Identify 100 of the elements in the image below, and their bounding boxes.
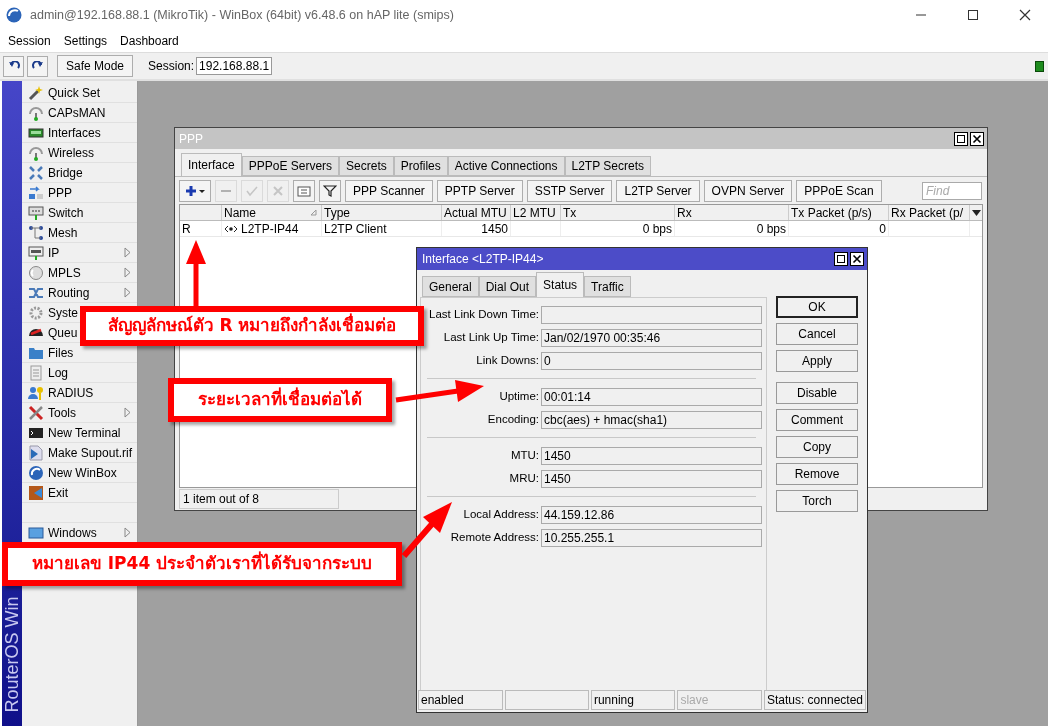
column-header[interactable]: L2 MTU (511, 205, 561, 220)
submenu-arrow-icon (124, 407, 131, 418)
field-label: Last Link Down Time: (428, 306, 540, 322)
antenna-icon (28, 104, 44, 121)
dropdown-arrow-icon[interactable] (971, 209, 981, 216)
app-logo-icon (6, 7, 22, 23)
menu-item[interactable]: Dashboard (120, 32, 179, 50)
toolbar-button[interactable]: L2TP Server (616, 179, 700, 202)
note-icon (297, 184, 311, 197)
tab[interactable]: Secrets (339, 156, 394, 176)
column-header[interactable]: Tx (561, 205, 675, 220)
menu-item[interactable]: Settings (63, 32, 108, 50)
sidebar-item[interactable]: IP (22, 243, 137, 263)
menu-item[interactable]: Session (8, 32, 51, 50)
sidebar-item[interactable]: Make Supout.rif (22, 443, 137, 463)
field-label: Encoding: (486, 411, 540, 427)
submenu-arrow-icon (124, 287, 131, 298)
node-tree-icon (28, 224, 44, 241)
close-icon[interactable] (1019, 9, 1031, 21)
column-header[interactable]: Type (322, 205, 442, 220)
status-cell: slave (677, 690, 762, 710)
sidebar-item[interactable]: RADIUS (22, 383, 137, 403)
document-icon (28, 364, 44, 381)
dialog-button[interactable]: Comment (776, 409, 858, 431)
field-label: MRU: (508, 470, 540, 486)
sidebar-item[interactable]: Exit (22, 483, 137, 503)
dialog-button[interactable]: Apply (776, 350, 858, 372)
dialog-button[interactable]: Remove (776, 463, 858, 485)
dialog-button[interactable]: Cancel (776, 323, 858, 345)
column-header[interactable]: Rx (675, 205, 789, 220)
dialog-button[interactable]: OK (776, 296, 858, 318)
column-header[interactable]: Actual MTU (442, 205, 511, 220)
table-cell: L2TP Client (322, 221, 442, 236)
sidebar-item[interactable]: New Terminal (22, 423, 137, 443)
search-field[interactable]: Find (922, 181, 982, 200)
field-label: Remote Address: (449, 529, 540, 545)
redo-button[interactable] (27, 55, 48, 77)
toolbar-button[interactable]: SSTP Server (526, 179, 613, 202)
maximize-icon[interactable] (967, 9, 979, 21)
dialog-button[interactable]: Torch (776, 490, 858, 512)
sidebar-item[interactable]: CAPsMAN (22, 103, 137, 123)
table-cell: 0 bps (675, 221, 789, 236)
toolbar-button[interactable]: PPPoE Scan (796, 179, 882, 202)
tab[interactable]: Traffic (584, 276, 631, 297)
value-field: cbc(aes) + hmac(sha1) (541, 410, 762, 429)
cross-icon (271, 184, 285, 197)
column-header[interactable]: Tx Packet (p/s) (789, 205, 889, 220)
sidebar-item[interactable]: Log (22, 363, 137, 383)
tab[interactable]: General (422, 276, 479, 297)
submenu-arrow-icon (124, 527, 131, 538)
sidebar-item[interactable]: Quick Set (22, 83, 137, 103)
toolbar-button[interactable]: OVPN Server (703, 179, 793, 202)
tab[interactable]: PPPoE Servers (241, 156, 340, 176)
status-cell: running (590, 690, 676, 710)
toolbar-button[interactable]: PPP Scanner (345, 179, 433, 202)
column-header[interactable]: Rx Packet (p/ (889, 205, 970, 220)
dialog-button[interactable]: Copy (776, 436, 858, 458)
window-title: PPP (179, 130, 204, 148)
value-field: 10.255.255.1 (541, 528, 762, 547)
exit-icon (28, 484, 44, 501)
ip-display-icon (28, 244, 44, 261)
close-icon[interactable] (850, 252, 864, 266)
dialog-button[interactable]: Disable (776, 382, 858, 404)
sidebar-item[interactable]: Tools (22, 403, 137, 423)
undo-button[interactable] (3, 55, 24, 77)
table-cell: 0 bps (561, 221, 675, 236)
sidebar-item[interactable]: Wireless (22, 143, 137, 163)
safe-mode-button[interactable]: Safe Mode (57, 55, 134, 77)
sidebar-item[interactable]: PPP (22, 183, 137, 203)
close-icon[interactable] (970, 131, 984, 146)
sidebar-item[interactable]: MPLS (22, 263, 137, 283)
sidebar-item[interactable]: Interfaces (22, 123, 137, 143)
sidebar-item[interactable]: Bridge (22, 163, 137, 183)
filter-button[interactable] (319, 179, 341, 202)
table-cell-text: L2TP-IP44 (241, 220, 299, 238)
tab[interactable]: Profiles (393, 156, 448, 176)
gear-icon (28, 304, 44, 321)
add-button[interactable] (179, 179, 211, 202)
session-field[interactable]: 192.168.88.1 (196, 57, 273, 75)
sidebar-item[interactable]: Switch (22, 203, 137, 223)
tab[interactable]: L2TP Secrets (564, 156, 651, 176)
add-icon (184, 184, 206, 197)
toolbar-button[interactable]: PPTP Server (436, 179, 523, 202)
submenu-arrow-icon (124, 267, 131, 278)
tab[interactable]: Interface (181, 153, 242, 176)
column-header[interactable]: Name (222, 205, 322, 220)
tab[interactable]: Status (536, 272, 585, 297)
tab[interactable]: Dial Out (478, 276, 537, 297)
session-label: Session: (148, 58, 195, 75)
sidebar-item[interactable]: Routing (22, 283, 137, 303)
maximize-icon[interactable] (954, 131, 968, 146)
tab[interactable]: Active Connections (447, 156, 565, 176)
maximize-icon[interactable] (834, 252, 848, 266)
tools-icon (28, 404, 44, 421)
sidebar-item[interactable]: Mesh (22, 223, 137, 243)
field-label: Local Address: (462, 506, 540, 522)
field-label: MTU: (509, 447, 540, 463)
status-cell: enabled (418, 690, 503, 710)
value-field: 0 (541, 351, 762, 370)
sidebar-item[interactable]: New WinBox (22, 463, 137, 483)
